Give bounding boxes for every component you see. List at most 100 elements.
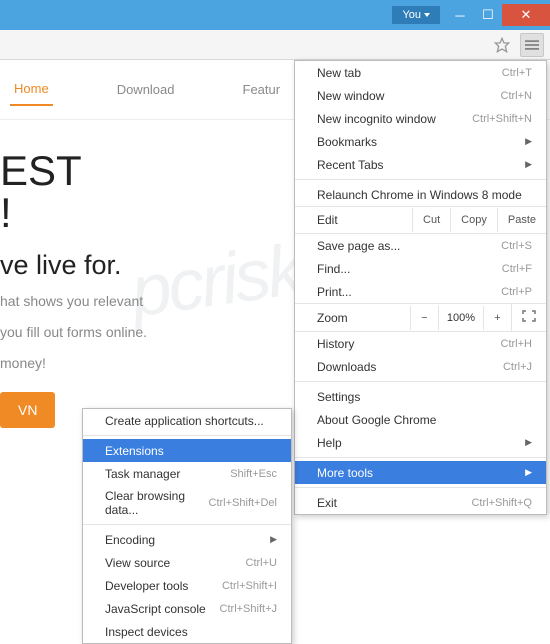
label: New tab <box>317 66 361 80</box>
label: Recent Tabs <box>317 158 384 172</box>
submenu-dev-tools[interactable]: Developer tools Ctrl+Shift+I <box>83 574 291 597</box>
nav-download[interactable]: Download <box>113 74 179 105</box>
submenu-inspect[interactable]: Inspect devices <box>83 620 291 643</box>
label: New incognito window <box>317 112 436 126</box>
label: Print... <box>317 285 352 299</box>
shortcut: Ctrl+Shift+N <box>472 113 532 125</box>
label: Encoding <box>105 533 155 547</box>
label: Find... <box>317 262 350 276</box>
submenu-extensions[interactable]: Extensions <box>83 439 291 462</box>
cut-button[interactable]: Cut <box>412 208 450 232</box>
chevron-right-icon: ▶ <box>525 159 532 170</box>
menu-new-incognito[interactable]: New incognito window Ctrl+Shift+N <box>295 107 546 130</box>
shortcut: Ctrl+U <box>246 557 277 569</box>
chevron-right-icon: ▶ <box>525 437 532 448</box>
shortcut: Ctrl+J <box>503 361 532 373</box>
menu-separator <box>295 381 546 382</box>
menu-print[interactable]: Print... Ctrl+P <box>295 280 546 303</box>
chrome-main-menu: New tab Ctrl+T New window Ctrl+N New incog… <box>294 60 547 515</box>
submenu-clear-data[interactable]: Clear browsing data...Ctrl+Shift+Del <box>83 485 291 521</box>
label: Settings <box>317 390 360 404</box>
user-label: You <box>402 9 421 21</box>
menu-edit-row: Edit Cut Copy Paste <box>295 206 546 234</box>
menu-more-tools[interactable]: More tools ▶ <box>295 461 546 484</box>
menu-separator <box>83 435 291 436</box>
menu-separator <box>295 457 546 458</box>
shortcut: Ctrl+Shift+Q <box>471 497 532 509</box>
menu-exit[interactable]: Exit Ctrl+Shift+Q <box>295 491 546 514</box>
copy-button[interactable]: Copy <box>450 208 497 232</box>
zoom-value: 100% <box>438 306 483 330</box>
menu-new-window[interactable]: New window Ctrl+N <box>295 84 546 107</box>
shortcut: Ctrl+P <box>501 286 532 298</box>
paste-button[interactable]: Paste <box>497 208 546 232</box>
shortcut: Ctrl+N <box>501 90 532 102</box>
zoom-in-button[interactable]: + <box>483 306 511 330</box>
shortcut: Ctrl+Shift+Del <box>209 497 277 509</box>
label: About Google Chrome <box>317 413 436 427</box>
submenu-task-manager[interactable]: Task manager Shift+Esc <box>83 462 291 485</box>
more-tools-submenu: Create application shortcuts... Extensio… <box>82 408 292 644</box>
label: Inspect devices <box>105 625 188 639</box>
label: Task manager <box>105 467 180 481</box>
label: Extensions <box>105 444 164 458</box>
label: New window <box>317 89 384 103</box>
label: View source <box>105 556 170 570</box>
shortcut: Ctrl+Shift+J <box>220 603 277 615</box>
download-button[interactable]: VN <box>0 392 55 428</box>
submenu-view-source[interactable]: View source Ctrl+U <box>83 551 291 574</box>
shortcut: Ctrl+F <box>502 263 532 275</box>
shortcut: Shift+Esc <box>230 468 277 480</box>
menu-save-as[interactable]: Save page as... Ctrl+S <box>295 234 546 257</box>
menu-separator <box>295 487 546 488</box>
label: Bookmarks <box>317 135 377 149</box>
label: Downloads <box>317 360 376 374</box>
label: JavaScript console <box>105 602 206 616</box>
menu-settings[interactable]: Settings <box>295 385 546 408</box>
menu-about[interactable]: About Google Chrome <box>295 408 546 431</box>
label: Developer tools <box>105 579 188 593</box>
window-titlebar: You ─ ☐ ✕ <box>0 0 550 30</box>
menu-new-tab[interactable]: New tab Ctrl+T <box>295 61 546 84</box>
label: Help <box>317 436 342 450</box>
label: Exit <box>317 496 337 510</box>
label: Relaunch Chrome in Windows 8 mode <box>317 188 522 202</box>
nav-features[interactable]: Featur <box>239 74 285 105</box>
user-badge[interactable]: You <box>392 6 440 24</box>
fullscreen-button[interactable] <box>511 304 546 331</box>
shortcut: Ctrl+Shift+I <box>222 580 277 592</box>
bookmark-star-icon[interactable] <box>490 33 514 57</box>
chevron-right-icon: ▶ <box>525 136 532 147</box>
shortcut: Ctrl+S <box>501 240 532 252</box>
shortcut: Ctrl+T <box>502 67 532 79</box>
menu-relaunch[interactable]: Relaunch Chrome in Windows 8 mode <box>295 183 546 206</box>
submenu-encoding[interactable]: Encoding ▶ <box>83 528 291 551</box>
menu-separator <box>295 179 546 180</box>
menu-recent-tabs[interactable]: Recent Tabs ▶ <box>295 153 546 176</box>
close-button[interactable]: ✕ <box>502 4 550 26</box>
menu-help[interactable]: Help ▶ <box>295 431 546 454</box>
label: Clear browsing data... <box>105 489 209 517</box>
minimize-button[interactable]: ─ <box>446 4 474 26</box>
zoom-out-button[interactable]: − <box>410 306 438 330</box>
zoom-label: Zoom <box>295 305 410 331</box>
label: Save page as... <box>317 239 400 253</box>
maximize-button[interactable]: ☐ <box>474 4 502 26</box>
shortcut: Ctrl+H <box>501 338 532 350</box>
menu-downloads[interactable]: Downloads Ctrl+J <box>295 355 546 378</box>
menu-bookmarks[interactable]: Bookmarks ▶ <box>295 130 546 153</box>
menu-separator <box>83 524 291 525</box>
browser-toolbar <box>0 30 550 60</box>
menu-zoom-row: Zoom − 100% + <box>295 303 546 332</box>
label: History <box>317 337 354 351</box>
nav-home[interactable]: Home <box>10 73 53 106</box>
chevron-right-icon: ▶ <box>525 467 532 478</box>
menu-find[interactable]: Find... Ctrl+F <box>295 257 546 280</box>
chevron-right-icon: ▶ <box>270 534 277 545</box>
label: Create application shortcuts... <box>105 414 264 428</box>
edit-label: Edit <box>295 207 412 233</box>
label: More tools <box>317 466 373 480</box>
hamburger-menu-icon[interactable] <box>520 33 544 57</box>
submenu-create-shortcuts[interactable]: Create application shortcuts... <box>83 409 291 432</box>
menu-history[interactable]: History Ctrl+H <box>295 332 546 355</box>
